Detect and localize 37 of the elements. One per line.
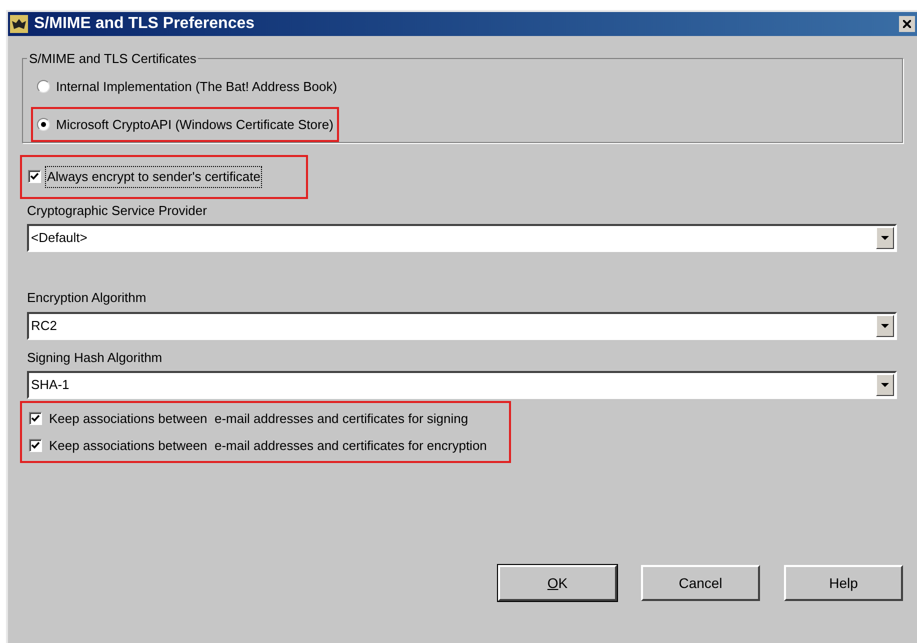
dropdown-value: SHA-1 xyxy=(30,376,70,394)
dialog-button[interactable]: Cancel xyxy=(641,565,760,601)
radio-label: Microsoft CryptoAPI (Windows Certificate Store) xyxy=(56,116,334,134)
caret-icon xyxy=(881,324,889,328)
checkmark-icon xyxy=(30,172,39,182)
dropdown-arrow-button[interactable] xyxy=(876,227,894,249)
radio-button[interactable] xyxy=(37,80,50,94)
close-button[interactable] xyxy=(899,16,915,32)
checkbox[interactable] xyxy=(29,438,42,452)
radio-button[interactable] xyxy=(37,118,50,131)
dialog-button[interactable]: OK xyxy=(498,565,617,601)
radio-option[interactable]: Microsoft CryptoAPI (Windows Certificate Store) xyxy=(33,108,338,140)
field-label: Cryptographic Service Provider xyxy=(27,202,208,220)
checkbox[interactable] xyxy=(29,412,42,426)
window-title: S/MIME and TLS Preferences xyxy=(34,14,255,34)
checkbox-label: Always encrypt to sender's certificate xyxy=(45,166,262,188)
dropdown[interactable]: <Default> xyxy=(27,224,897,252)
dropdown-arrow-button[interactable] xyxy=(876,374,894,396)
checkbox-label: Keep associations between e-mail addresses and certificates for signing xyxy=(49,410,468,428)
checkmark-icon xyxy=(31,440,40,450)
dropdown[interactable]: RC2 xyxy=(27,312,897,340)
dropdown[interactable]: SHA-1 xyxy=(27,371,897,399)
checkbox[interactable] xyxy=(28,170,41,184)
checkbox-option[interactable]: Keep associations between e-mail addresses and certificates for signing xyxy=(29,409,487,428)
dialog-button[interactable]: Help xyxy=(784,565,903,601)
radio-option[interactable]: Internal Implementation (The Bat! Address Book) xyxy=(33,71,342,102)
always-encrypt-option[interactable]: Always encrypt to sender's certificate xyxy=(22,157,306,196)
checkmark-icon xyxy=(31,414,40,424)
dropdown-value: <Default> xyxy=(30,229,88,248)
field-label: Signing Hash Algorithm xyxy=(27,348,164,367)
radio-label: Internal Implementation (The Bat! Address Book) xyxy=(56,78,338,96)
dropdown-value: RC2 xyxy=(30,316,58,335)
field-label: Encryption Algorithm xyxy=(27,289,148,307)
dropdown-arrow-button[interactable] xyxy=(876,314,894,336)
close-icon xyxy=(903,20,911,28)
caret-icon xyxy=(881,383,889,387)
caret-icon xyxy=(881,236,889,240)
